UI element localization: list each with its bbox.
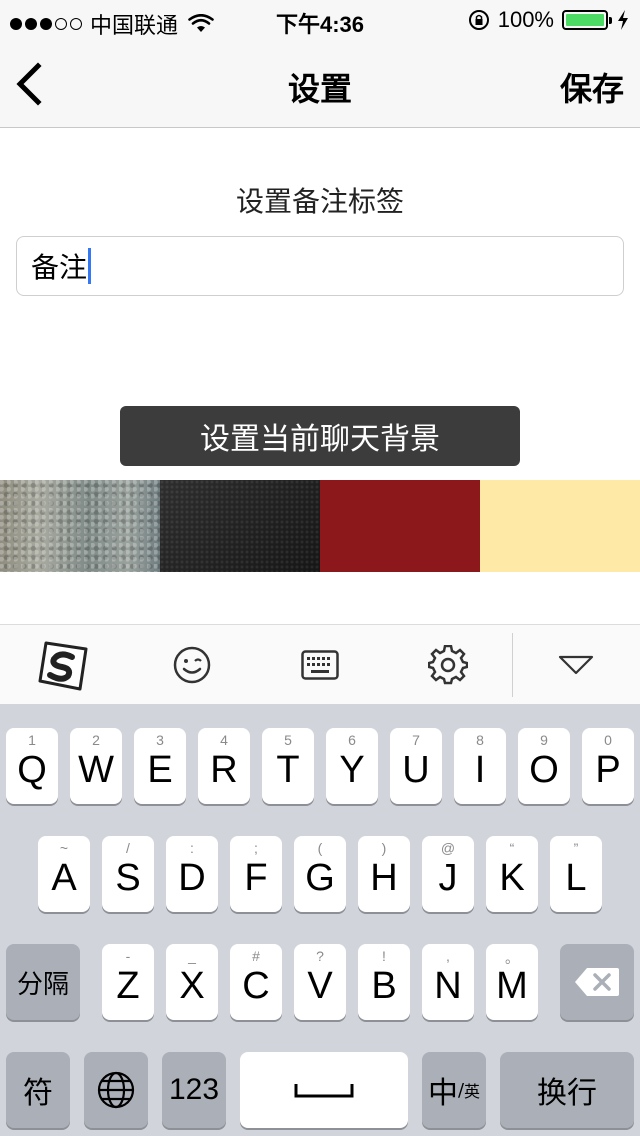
chevron-down-icon[interactable]: [548, 637, 604, 693]
rotation-lock-icon: [468, 10, 489, 30]
swatch-gray-texture[interactable]: [0, 480, 160, 572]
toolbar-divider: [512, 633, 513, 697]
key-k[interactable]: “K: [486, 836, 538, 912]
key-m[interactable]: 。 M: [486, 944, 538, 1020]
key-g[interactable]: (G: [294, 836, 346, 912]
key-p[interactable]: 0P: [582, 728, 634, 804]
key-u[interactable]: 7U: [390, 728, 442, 804]
backspace-key[interactable]: [560, 944, 634, 1020]
key-o[interactable]: 9O: [518, 728, 570, 804]
key-b[interactable]: ! B: [358, 944, 410, 1020]
key-l[interactable]: ” L: [550, 836, 602, 912]
key-d[interactable]: :D: [166, 836, 218, 912]
swatch-dark-red[interactable]: [320, 480, 480, 572]
globe-icon: [97, 1071, 135, 1109]
remark-input[interactable]: 备注: [16, 236, 624, 296]
key-q[interactable]: 1Q: [6, 728, 58, 804]
return-key[interactable]: 换行: [500, 1052, 634, 1128]
ime-toolbar: [0, 624, 640, 704]
key-x[interactable]: _ X: [166, 944, 218, 1020]
save-button[interactable]: 保存: [560, 64, 624, 110]
gear-icon[interactable]: [420, 637, 476, 693]
remark-input-value: 备注: [31, 251, 88, 284]
key-h[interactable]: ) H: [358, 836, 410, 912]
key-w[interactable]: 2W: [70, 728, 122, 804]
swatch-light-yellow[interactable]: [480, 480, 640, 572]
key-c[interactable]: # C: [230, 944, 282, 1020]
key-n[interactable]: ,N: [422, 944, 474, 1020]
backspace-icon: [575, 968, 619, 996]
number-key[interactable]: 123: [162, 1052, 226, 1128]
background-swatches: [0, 480, 640, 572]
space-key[interactable]: [240, 1052, 408, 1128]
key-z[interactable]: -Z: [102, 944, 154, 1020]
battery-icon: [562, 10, 612, 30]
key-e[interactable]: 3E: [134, 728, 186, 804]
key-a[interactable]: ~ A: [38, 836, 90, 912]
battery-percent: 100%: [497, 7, 554, 32]
key-t[interactable]: 5T: [262, 728, 314, 804]
key-s[interactable]: / S: [102, 836, 154, 912]
space-icon: [294, 1084, 354, 1098]
swatch-black-texture[interactable]: [160, 480, 320, 572]
charging-icon: [618, 10, 628, 30]
key-f[interactable]: ; F: [230, 836, 282, 912]
status-right: 100%: [468, 7, 630, 33]
nav-bar: 设置 保存: [0, 40, 640, 128]
lang-main-label: 中: [427, 1076, 458, 1111]
set-chat-background-button[interactable]: 设置当前聊天背景: [120, 406, 520, 466]
key-v[interactable]: ? V: [294, 944, 346, 1020]
status-bar: 中国联通 下午4:36 100%: [0, 0, 640, 40]
language-switch-key[interactable]: 中 / 英: [422, 1052, 486, 1128]
key-j[interactable]: @ J: [422, 836, 474, 912]
key-r[interactable]: 4R: [198, 728, 250, 804]
text-caret: [88, 248, 92, 284]
keyboard-icon[interactable]: [292, 637, 348, 693]
key-y[interactable]: 6Y: [326, 728, 378, 804]
key-i[interactable]: 8I: [454, 728, 506, 804]
emoji-icon[interactable]: [164, 637, 220, 693]
keyboard: 1Q 2W 3E 4R 5T 6Y 7U 8I 9O 0P ~ A / S :D ;…: [0, 704, 640, 1136]
lang-sub-label: 英: [464, 1082, 481, 1101]
globe-key[interactable]: [84, 1052, 148, 1128]
sogou-logo-icon[interactable]: [36, 637, 92, 693]
symbol-key[interactable]: 符: [6, 1052, 70, 1128]
separator-key[interactable]: 分隔: [6, 944, 80, 1020]
page-title: 设置: [287, 70, 352, 108]
remark-section-title: 设置备注标签: [235, 185, 404, 218]
